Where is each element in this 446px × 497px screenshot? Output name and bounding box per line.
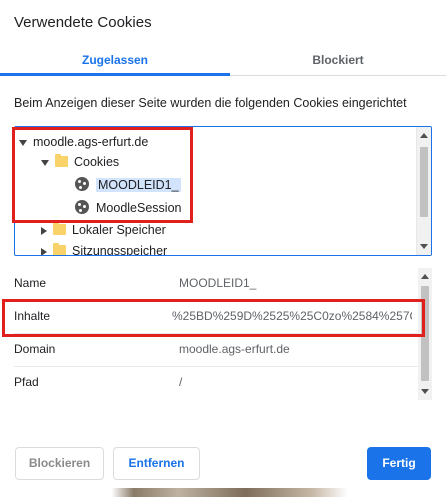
scroll-up-icon[interactable] (421, 274, 429, 279)
tree-scrollbar[interactable] (416, 127, 431, 255)
folder-icon (53, 243, 66, 255)
tree-node-session-storage[interactable]: Sitzungsspeicher (41, 240, 168, 256)
background-page-strip (0, 488, 446, 497)
details-scrollbar[interactable] (418, 268, 432, 400)
detail-key: Pfad (14, 375, 39, 389)
detail-key: Inhalte (14, 309, 51, 323)
scroll-thumb[interactable] (420, 147, 428, 217)
dialog-title: Verwendete Cookies (14, 14, 152, 31)
detail-row-domain: Domain moodle.ags-erfurt.de (0, 334, 432, 367)
cookie-label-selected: MOODLEID1_ (96, 178, 181, 192)
tree-node-cookies-folder[interactable]: Cookies (41, 151, 119, 173)
detail-row-name: Name MOODLEID1_ (0, 268, 432, 301)
scroll-down-icon[interactable] (421, 389, 429, 394)
expand-arrow-icon[interactable] (41, 159, 49, 166)
detail-value: / (179, 375, 183, 389)
folder-icon (53, 222, 66, 235)
cookie-label: MoodleSession (96, 201, 182, 215)
scroll-up-icon[interactable] (420, 133, 428, 138)
collapse-arrow-icon[interactable] (41, 247, 47, 255)
folder-icon (55, 154, 68, 167)
detail-value: MOODLEID1_ (179, 276, 257, 290)
detail-key: Name (14, 276, 47, 290)
tab-allowed[interactable]: Zugelassen (0, 44, 230, 76)
tree-node-cookie[interactable]: MOODLEID1_ (75, 174, 181, 196)
folder-label: Lokaler Speicher (72, 223, 166, 237)
detail-row-content: Inhalte %25BD%259D%2525%25C0zo%2584%257C… (0, 301, 432, 334)
folder-label: Sitzungsspeicher (72, 244, 168, 256)
detail-row-path: Pfad / (0, 367, 432, 400)
scroll-down-icon[interactable] (420, 244, 428, 249)
active-tab-indicator (0, 73, 230, 76)
tree-node-cookie[interactable]: MoodleSession (75, 197, 181, 219)
folder-label: Cookies (74, 155, 120, 169)
detail-key: Domain (14, 342, 56, 356)
collapse-arrow-icon[interactable] (41, 226, 47, 235)
cookie-icon (75, 200, 89, 214)
remove-button[interactable]: Entfernen (113, 447, 200, 480)
expand-arrow-icon[interactable] (19, 139, 27, 146)
site-label: moodle.ags-erfurt.de (33, 135, 149, 149)
detail-value[interactable]: %25BD%259D%2525%25C0zo%2584%257Cy (172, 309, 412, 323)
cookies-description: Beim Anzeigen dieser Seite wurden die fo… (14, 96, 407, 110)
cookie-tree[interactable]: moodle.ags-erfurt.de Cookies MOODLEID1_ … (14, 126, 432, 256)
cookie-icon (75, 177, 89, 191)
tree-node-site[interactable]: moodle.ags-erfurt.de (19, 131, 148, 153)
tree-node-local-storage[interactable]: Lokaler Speicher (41, 219, 166, 241)
cookie-details: Name MOODLEID1_ Inhalte %25BD%259D%2525%… (0, 268, 432, 400)
detail-value: moodle.ags-erfurt.de (179, 342, 290, 356)
tab-bar: Zugelassen Blockiert (0, 44, 446, 76)
block-button[interactable]: Blockieren (15, 447, 104, 480)
scroll-thumb[interactable] (421, 286, 429, 381)
done-button[interactable]: Fertig (367, 447, 431, 480)
cookies-dialog: Verwendete Cookies Zugelassen Blockiert … (0, 0, 446, 497)
tab-blocked[interactable]: Blockiert (230, 44, 446, 76)
